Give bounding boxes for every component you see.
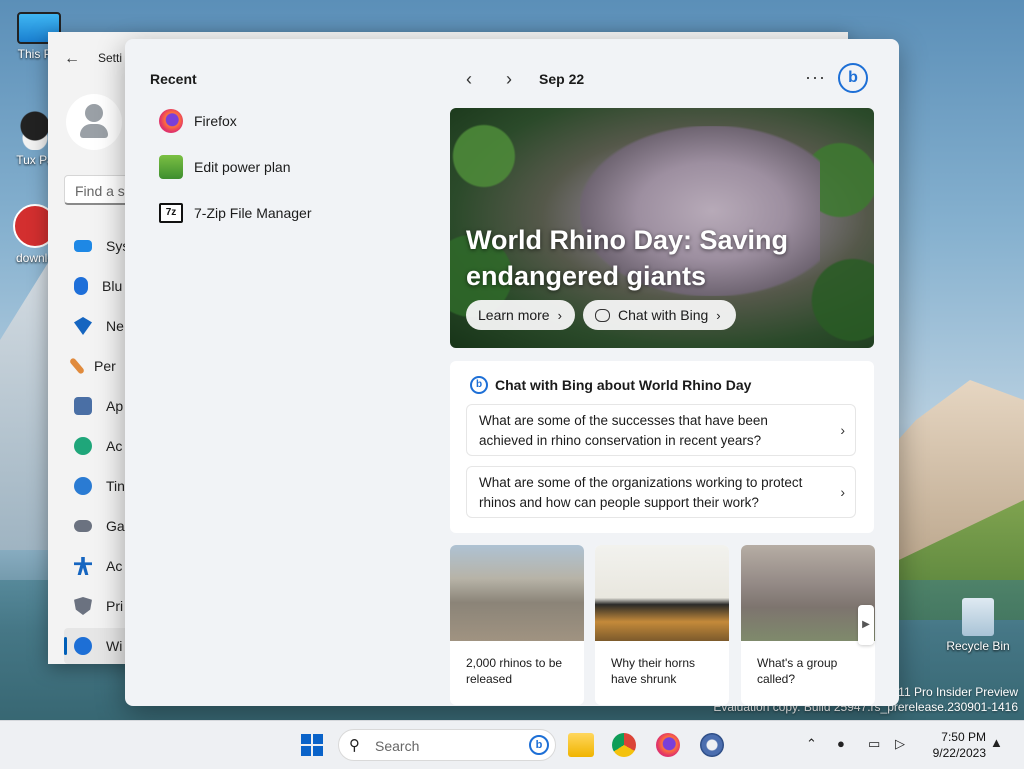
news-tile-1[interactable]: 2,000 rhinos to be released — [450, 545, 584, 705]
gaming-icon — [74, 520, 92, 532]
chevron-right-icon: › — [840, 484, 845, 500]
chat-question-2[interactable]: What are some of the organizations worki… — [466, 466, 856, 518]
chat-with-bing-card: b Chat with Bing about World Rhino Day W… — [450, 361, 874, 533]
settings-title: Setti — [98, 51, 123, 65]
update-icon — [74, 637, 92, 655]
feed-date: Sep 22 — [539, 71, 585, 87]
7zip-icon: 7z — [159, 203, 183, 223]
chevron-up-icon[interactable]: ⌃ — [806, 736, 817, 752]
taskbar-clock[interactable]: 7:50 PM 9/22/2023 — [916, 729, 986, 761]
chevron-right-icon: › — [557, 307, 562, 323]
bing-icon: b — [529, 735, 549, 755]
bing-icon[interactable]: b — [838, 63, 868, 93]
volume-muted-icon[interactable]: ▷ — [895, 736, 905, 752]
file-explorer-icon[interactable] — [568, 733, 594, 757]
news-tile-2[interactable]: Why their horns have shrunk — [595, 545, 729, 705]
power-plan-icon — [159, 155, 183, 179]
chat-bubble-icon — [595, 308, 610, 322]
firefox-icon[interactable] — [656, 733, 680, 757]
chrome-icon[interactable] — [612, 733, 636, 757]
chat-with-bing-button[interactable]: Chat with Bing › — [583, 300, 736, 330]
news-tile-3[interactable]: What's a group called? — [741, 545, 875, 705]
chevron-right-icon: › — [840, 422, 845, 438]
tile-image — [450, 545, 584, 641]
chevron-right-icon[interactable]: › — [495, 65, 523, 93]
chat-question-1[interactable]: What are some of the successes that have… — [466, 404, 856, 456]
more-options-icon[interactable]: ··· — [805, 67, 826, 88]
taskbar: ⚲ Search b ⌃ ● ▭ ▷ 7:50 PM 9/22/2023 ▲ — [0, 720, 1024, 769]
bluetooth-icon — [74, 277, 88, 295]
tile-image — [595, 545, 729, 641]
apps-icon — [74, 397, 92, 415]
feed-header: ‹ › Sep 22 — [455, 65, 584, 93]
learn-more-button[interactable]: Learn more › — [466, 300, 575, 330]
display-icon[interactable]: ▭ — [868, 736, 880, 752]
accounts-icon — [74, 437, 92, 455]
back-arrow-icon[interactable]: ← — [64, 50, 80, 68]
widgets-panel: Recent Firefox Edit power plan 7z 7-Zip … — [125, 39, 899, 706]
recycle-bin-icon — [962, 598, 994, 636]
firefox-icon — [159, 109, 183, 133]
recent-item-7zip[interactable]: 7z 7-Zip File Manager — [159, 198, 312, 228]
bing-icon: b — [470, 376, 488, 394]
recent-item-firefox[interactable]: Firefox — [159, 106, 237, 136]
network-icon[interactable]: ● — [837, 736, 845, 751]
tile-image — [741, 545, 875, 641]
hero-title[interactable]: World Rhino Day: Saving endangered giant… — [466, 222, 826, 294]
accessibility-icon — [74, 557, 92, 575]
notification-bell-icon[interactable]: ▲ — [990, 735, 1003, 750]
recent-title: Recent — [150, 71, 197, 87]
brush-icon — [68, 357, 86, 375]
chevron-left-icon[interactable]: ‹ — [455, 65, 483, 93]
hero-card[interactable]: World Rhino Day: Saving endangered giant… — [450, 108, 874, 348]
shield-icon — [74, 597, 92, 615]
system-icon — [74, 240, 92, 252]
recent-item-edit-power-plan[interactable]: Edit power plan — [159, 152, 291, 182]
time-icon — [74, 477, 92, 495]
chevron-right-icon: › — [716, 307, 721, 323]
settings-gear-icon[interactable] — [700, 733, 724, 757]
windows-start-icon[interactable] — [301, 734, 323, 756]
tiles-scroll-right-icon[interactable]: ▶ — [858, 605, 874, 645]
avatar[interactable] — [66, 94, 122, 150]
desktop-icon-recycle-bin[interactable]: Recycle Bin — [938, 598, 1018, 653]
search-icon: ⚲ — [349, 737, 360, 754]
taskbar-search-input[interactable]: ⚲ Search b — [338, 729, 556, 761]
network-icon — [74, 317, 92, 335]
desktop-icon-label: Recycle Bin — [946, 639, 1010, 653]
chat-card-title: b Chat with Bing about World Rhino Day — [470, 376, 751, 394]
